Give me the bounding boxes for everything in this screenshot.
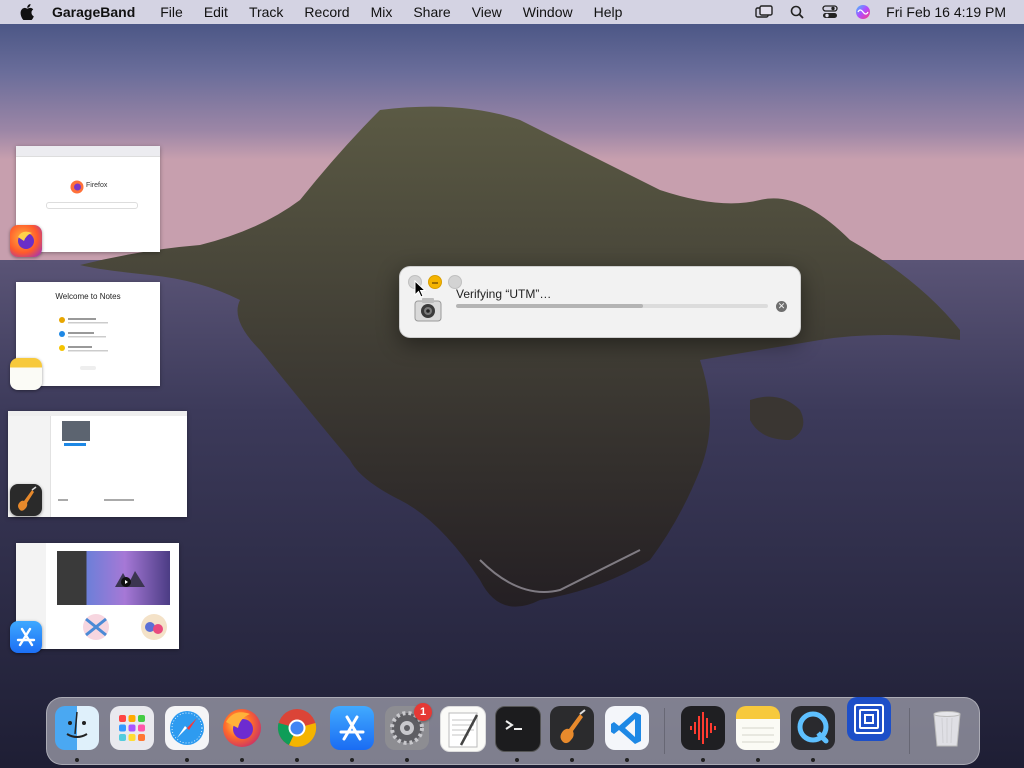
project-template-thumb — [62, 421, 90, 441]
disk-image-icon — [414, 298, 442, 322]
minimize-window-button[interactable] — [428, 275, 442, 289]
menu-app-name[interactable]: GarageBand — [52, 4, 135, 20]
cancel-verification-icon[interactable]: ✕ — [776, 301, 787, 312]
dialog-title: Verifying “UTM”… — [456, 287, 552, 301]
menu-clock[interactable]: Fri Feb 16 4:19 PM — [886, 4, 1006, 20]
search-icon[interactable] — [788, 4, 806, 20]
menu-edit[interactable]: Edit — [204, 4, 228, 20]
menu-track[interactable]: Track — [249, 4, 283, 20]
dock — [46, 697, 980, 765]
dock-safari-icon[interactable] — [165, 706, 209, 750]
dock-audio-recorder-running-indicator — [701, 758, 705, 762]
dock-separator-trash — [909, 708, 910, 754]
dock-chrome-icon[interactable] — [275, 706, 319, 750]
dock-vscode-icon[interactable] — [605, 706, 649, 750]
dock-launchpad-icon[interactable] — [110, 706, 154, 750]
system-preferences-notification-badge: 1 — [414, 703, 432, 721]
dock-notes-running-indicator — [756, 758, 760, 762]
featured-app-icon — [83, 614, 109, 640]
choose-button — [104, 499, 134, 501]
dock-finder-running-indicator — [75, 758, 79, 762]
app-store-app-icon[interactable] — [10, 621, 42, 653]
menu-record[interactable]: Record — [304, 4, 349, 20]
dock-utm-icon[interactable] — [847, 697, 891, 741]
menu-share[interactable]: Share — [413, 4, 450, 20]
dock-trash-icon[interactable] — [925, 706, 969, 750]
notes-continue-button — [80, 366, 96, 370]
dock-audio-recorder-icon[interactable] — [681, 706, 725, 750]
dock-system-preferences-running-indicator — [405, 758, 409, 762]
menu-window[interactable]: Window — [523, 4, 573, 20]
firefox-brand-text: Firefox — [86, 182, 108, 189]
dock-app-store-icon[interactable] — [330, 706, 374, 750]
notes-feature-list — [59, 317, 108, 352]
browser-toolbar — [16, 146, 160, 157]
dock-vscode-running-indicator — [625, 758, 629, 762]
featured-app-icon-2 — [141, 614, 167, 640]
dock-firefox-icon[interactable] — [220, 706, 264, 750]
notes-app-icon[interactable] — [10, 358, 42, 390]
dock-safari-running-indicator — [185, 758, 189, 762]
control-center-icon[interactable] — [821, 4, 839, 20]
search-field — [46, 202, 138, 209]
menu-bar: GarageBand File Edit Track Record Mix Sh… — [0, 0, 1024, 24]
siri-icon[interactable] — [854, 4, 872, 20]
firefox-logo-icon — [70, 180, 84, 194]
dock-firefox-running-indicator — [240, 758, 244, 762]
dock-textedit-icon[interactable] — [440, 706, 486, 752]
dock-terminal-running-indicator — [515, 758, 519, 762]
menu-file[interactable]: File — [160, 4, 183, 20]
dock-quicktime-running-indicator — [811, 758, 815, 762]
firefox-app-icon[interactable] — [10, 225, 42, 257]
mouse-pointer-icon — [414, 280, 426, 298]
garageband-app-icon[interactable] — [10, 484, 42, 516]
dock-terminal-icon[interactable] — [495, 706, 541, 752]
screen-mirroring-icon[interactable] — [755, 4, 773, 20]
apple-logo-icon[interactable] — [20, 4, 34, 20]
featured-banner — [57, 551, 170, 605]
menu-view[interactable]: View — [472, 4, 502, 20]
notes-welcome-heading: Welcome to Notes — [55, 292, 121, 301]
menu-mix[interactable]: Mix — [371, 4, 393, 20]
menu-help[interactable]: Help — [594, 4, 623, 20]
dock-chrome-running-indicator — [295, 758, 299, 762]
dock-notes-icon[interactable] — [736, 706, 780, 750]
dock-finder-icon[interactable] — [55, 706, 99, 750]
verification-progress-bar — [456, 304, 768, 308]
template-label — [64, 443, 86, 446]
dock-app-store-running-indicator — [350, 758, 354, 762]
open-button — [58, 499, 68, 501]
dock-garageband-icon[interactable] — [550, 706, 594, 750]
verifying-dialog: Verifying “UTM”… ✕ — [399, 266, 801, 338]
dock-garageband-running-indicator — [570, 758, 574, 762]
dock-separator — [664, 708, 665, 754]
dock-quicktime-icon[interactable] — [791, 706, 835, 750]
verification-progress-fill — [456, 304, 644, 308]
